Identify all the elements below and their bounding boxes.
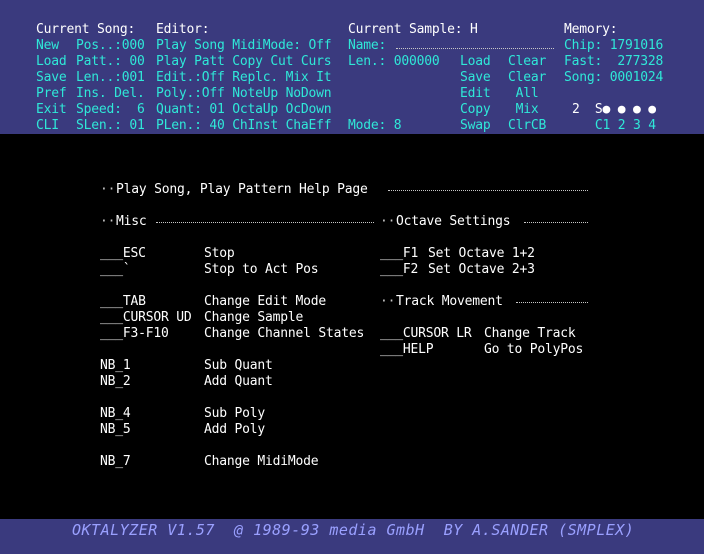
sample-name-input[interactable] [396,48,554,49]
cli-button[interactable]: CLI [36,118,59,134]
help-key: ___ESC [100,246,146,261]
help-key: ___CURSOR UD [100,310,192,325]
help-desc: Sub Poly [204,406,266,421]
help-key: ___F3-F10 [100,326,169,341]
title-rule [388,190,588,191]
help-desc: Go to PolyPos [484,342,584,357]
fast-memory: Fast: 277328 [564,54,664,69]
track-rule [516,302,588,303]
pref-button[interactable]: Pref [36,86,67,102]
octave-heading: Octave Settings [396,214,511,229]
sample-mode[interactable]: Mode: 8 [348,118,402,134]
help-key: ___TAB [100,294,146,309]
edit-sample-button[interactable]: Edit [460,86,491,102]
help-desc: Change MidiMode [204,454,319,469]
help-desc: Add Quant [204,374,273,389]
help-desc: Change Channel States [204,326,365,341]
editor-row-1[interactable]: Play Song MidiMode: Off [156,38,332,54]
editor-header: Editor: [156,22,210,37]
octave-rule [524,222,588,223]
insert-delete-buttons[interactable]: Ins. Del. [76,86,145,102]
editor-row-3[interactable]: Edit.:Off Replc. Mix It [156,70,332,86]
save-sample-button[interactable]: Save [460,70,491,86]
help-desc: Sub Quant [204,358,273,373]
help-desc: Stop to Act Pos [204,262,319,277]
load-sample-button[interactable]: Load [460,54,491,70]
clear-sample-button[interactable]: Clear [508,54,546,70]
help-key: ___CURSOR LR [380,326,472,341]
misc-heading: Misc [116,214,147,229]
chip-memory: Chip: 1791016 [564,38,664,53]
help-desc: Set Octave 2+3 [428,262,535,277]
load-button[interactable]: Load [36,54,67,70]
help-key: NB_4 [100,406,131,421]
help-desc: Set Octave 1+2 [428,246,535,261]
editor-row-5[interactable]: Quant: 01 OctaUp OcDown [156,102,332,118]
help-desc: Change Edit Mode [204,294,327,309]
octave-prefix-dots: ·· [380,214,396,229]
help-desc: Change Sample [204,310,304,325]
help-desc: Add Poly [204,422,266,437]
help-desc: Change Track [484,326,576,341]
editor-row-2[interactable]: Play Patt Copy Cut Curs [156,54,332,70]
help-title-prefix-dots: ·· [100,182,116,197]
track-heading: Track Movement [396,294,503,309]
help-key: NB_1 [100,358,131,373]
help-page-title: Play Song, Play Pattern Help Page [116,182,368,197]
help-key: ___F2 [380,262,419,277]
help-key: NB_7 [100,454,131,469]
exit-button[interactable]: Exit [36,102,67,118]
new-button[interactable]: New [36,38,59,54]
current-song-header: Current Song: [36,22,136,37]
all-button[interactable]: All [508,86,539,102]
misc-prefix-dots: ·· [100,214,116,229]
copyright-banner: OKTALYZER V1.57 @ 1989-93 media GmbH BY … [72,521,635,539]
mix-button[interactable]: Mix [508,102,539,118]
length-field[interactable]: Len..:001 [76,70,145,86]
slen-field[interactable]: SLen.: 01 [76,118,145,134]
current-sample-header: Current Sample: H [348,22,478,37]
track-prefix-dots: ·· [380,294,396,309]
editor-row-6[interactable]: PLen.: 40 ChInst ChaEff [156,118,332,134]
clear-copybuffer-button[interactable]: ClrCB [508,118,546,134]
help-key: NB_2 [100,374,131,389]
help-key: ___` [100,262,131,277]
pattern-field[interactable]: Patt.: 00 [76,54,145,70]
help-key: ___HELP [380,342,434,357]
clear-all-button[interactable]: Clear [508,70,546,86]
position-field[interactable]: Pos..:000 [76,38,145,54]
speed-field[interactable]: Speed: 6 [76,102,145,118]
help-desc: Stop [204,246,235,261]
save-button[interactable]: Save [36,70,67,86]
sample-length: Len.: 000000 [348,54,440,69]
editor-row-4[interactable]: Poly.:Off NoteUp NoDown [156,86,332,102]
swap-sample-button[interactable]: Swap [460,118,491,134]
copy-sample-button[interactable]: Copy [460,102,491,118]
sample-name-label: Name: [348,38,387,53]
channel-state-indicators[interactable]: 2 S● ● ● ● [572,102,656,118]
channel-numbers: C1 2 3 4 [572,118,656,133]
help-key: ___F1 [380,246,419,261]
help-key: NB_5 [100,422,131,437]
memory-header: Memory: [564,22,618,37]
misc-rule [156,222,374,223]
song-memory: Song: 0001024 [564,70,664,85]
